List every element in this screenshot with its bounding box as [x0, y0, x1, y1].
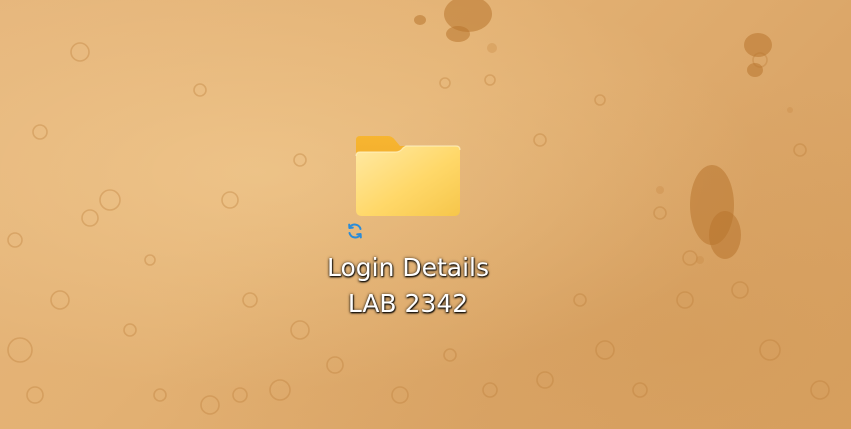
- desktop[interactable]: Login Details LAB 2342: [0, 0, 851, 429]
- folder-label-line2: LAB 2342: [347, 289, 469, 318]
- folder-icon: [355, 136, 461, 216]
- folder-label: Login Details LAB 2342: [316, 250, 500, 322]
- folder-label-line1: Login Details: [326, 253, 490, 282]
- folder-icon-wrap: [316, 128, 500, 239]
- desktop-folder-login-details[interactable]: Login Details LAB 2342: [316, 128, 500, 328]
- sync-pending-icon: [348, 223, 362, 239]
